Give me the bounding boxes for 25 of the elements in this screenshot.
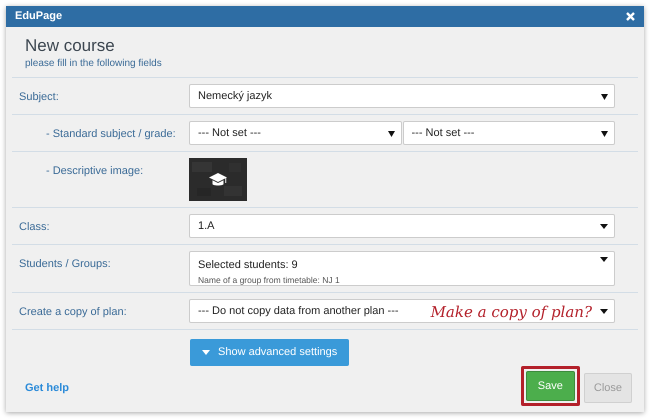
- caret-icon: [600, 308, 608, 314]
- field-label: Class:: [18, 220, 51, 235]
- close-icon[interactable]: [626, 12, 635, 22]
- caret-icon: [202, 350, 210, 355]
- handwritten-note: Make a copy of plan?: [430, 302, 592, 323]
- field-label: Create a copy of plan:: [18, 305, 128, 320]
- field-label: Students / Groups:: [18, 257, 112, 272]
- caret-icon: [600, 224, 608, 228]
- caret-icon: [388, 130, 394, 136]
- select-field[interactable]: Nemecký jazyk: [189, 84, 615, 108]
- window-title: EduPage: [15, 9, 62, 24]
- caret-icon: [601, 130, 608, 136]
- dialog-title: New course: [25, 37, 116, 56]
- select-field[interactable]: Selected students: 9 Name of a group from timetable: NJ 1: [189, 251, 615, 286]
- dialog-subtitle: please fill in the following fields: [25, 57, 163, 71]
- field-label: Subject:: [18, 90, 60, 105]
- select-field[interactable]: --- Not set ---: [402, 121, 615, 145]
- field-label: - Standard subject / grade:: [45, 127, 177, 142]
- caret-icon: [600, 257, 608, 262]
- select-field[interactable]: --- Not set ---: [189, 121, 402, 145]
- caret-icon: [601, 92, 608, 100]
- select-field[interactable]: 1.A: [189, 214, 615, 238]
- select-field[interactable]: --- Do not copy data from another plan --- Make a copy of plan?: [189, 299, 615, 323]
- field-label: - Descriptive image:: [45, 164, 144, 179]
- graduation-cap-icon: [209, 173, 227, 187]
